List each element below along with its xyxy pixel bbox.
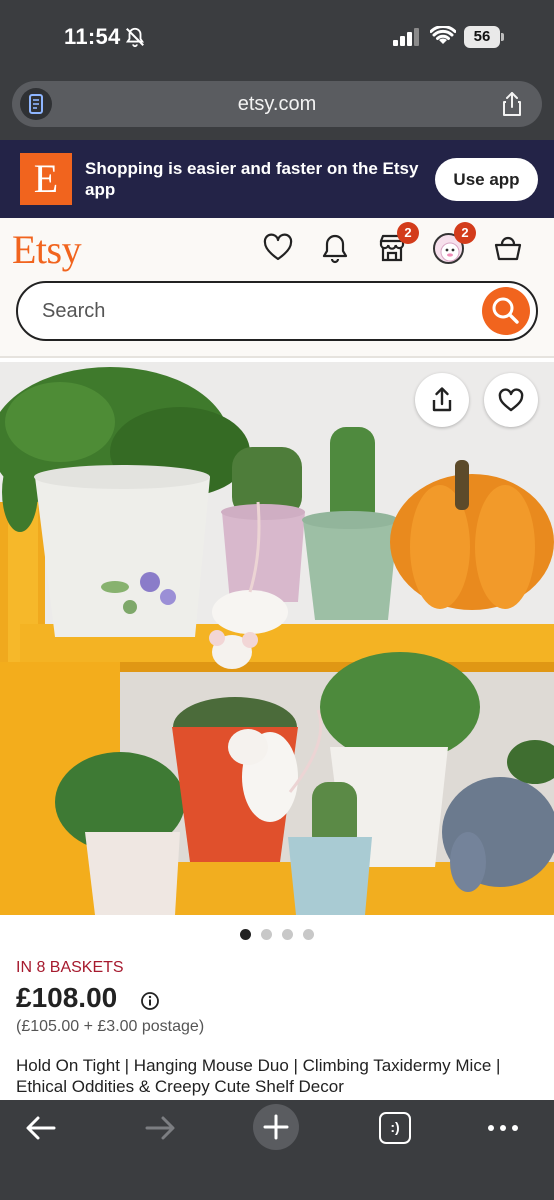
battery-icon: 56 <box>464 26 504 48</box>
url-text[interactable]: etsy.com <box>12 81 542 127</box>
listing-title: Hold On Tight | Hanging Mouse Duo | Clim… <box>16 1056 501 1096</box>
forward-arrow-icon[interactable] <box>143 1114 177 1142</box>
avatar-badge: 2 <box>454 222 476 244</box>
price: £108.00 <box>16 982 118 1013</box>
bell-icon[interactable] <box>319 232 351 264</box>
heart-icon <box>498 388 524 412</box>
tabs-icon[interactable]: :) <box>379 1112 411 1144</box>
carousel-dot-1[interactable] <box>240 929 251 940</box>
shop-badge: 2 <box>397 222 419 244</box>
new-tab-plus-icon <box>263 1114 289 1140</box>
search-button[interactable] <box>482 287 530 335</box>
app-banner-message: Shopping is easier and faster on the Ets… <box>85 159 419 199</box>
listing-details: IN 8 BASKETS £108.00 (£105.00 + £3.00 po… <box>0 915 554 1100</box>
carousel-dot-2[interactable] <box>261 929 272 940</box>
use-app-button[interactable]: Use app <box>435 158 538 201</box>
favorite-button[interactable] <box>484 373 538 427</box>
back-arrow-icon[interactable] <box>24 1114 58 1142</box>
info-icon[interactable] <box>140 991 160 1011</box>
search-input[interactable]: Search <box>16 281 538 341</box>
cellular-signal-icon <box>393 28 419 46</box>
wifi-icon <box>430 26 456 44</box>
browser-top-chrome: 11:54 56 etsy.com <box>0 0 554 140</box>
carousel-dot-3[interactable] <box>282 929 293 940</box>
status-time: 11:54 <box>64 24 121 49</box>
carousel-dot-4[interactable] <box>303 929 314 940</box>
share-icon[interactable] <box>500 91 524 117</box>
product-image[interactable] <box>0 362 554 915</box>
bell-off-icon <box>125 27 145 48</box>
battery-level: 56 <box>473 28 491 45</box>
status-bar: 11:54 56 <box>0 0 554 76</box>
basket-icon[interactable] <box>492 232 524 264</box>
etsy-logo[interactable]: Etsy <box>12 226 82 273</box>
image-share-button[interactable] <box>415 373 469 427</box>
share-icon <box>432 387 452 412</box>
in-baskets-label: IN 8 BASKETS <box>16 959 124 976</box>
more-icon[interactable] <box>487 1122 519 1134</box>
etsy-app-logo: E <box>20 153 72 205</box>
price-breakdown: (£105.00 + £3.00 postage) <box>16 1018 205 1035</box>
header-divider <box>0 356 554 358</box>
search-placeholder: Search <box>42 300 106 322</box>
app-install-banner: E Shopping is easier and faster on the E… <box>0 140 554 218</box>
new-tab-button[interactable] <box>253 1104 299 1150</box>
heart-icon[interactable] <box>262 232 294 264</box>
search-icon <box>492 297 519 324</box>
address-bar[interactable]: etsy.com <box>12 81 542 127</box>
product-photo <box>0 362 554 915</box>
site-header: Etsy 2 2 Search <box>0 218 554 358</box>
browser-bottom-toolbar: :) <box>0 1100 554 1200</box>
